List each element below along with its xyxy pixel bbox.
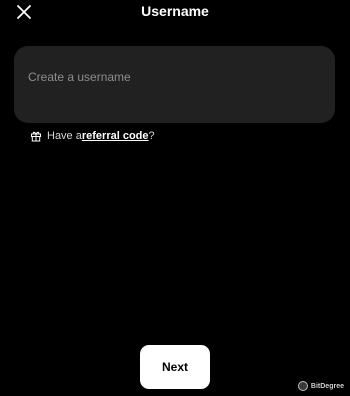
gift-icon — [30, 130, 42, 142]
referral-row: Have a referral code ? — [30, 128, 155, 144]
page-title: Username — [141, 3, 209, 19]
watermark: BitDegree — [297, 381, 344, 391]
username-input[interactable] — [28, 70, 321, 84]
referral-prefix: Have a — [47, 130, 82, 142]
watermark-text: BitDegree — [310, 382, 344, 390]
referral-code-link[interactable]: referral code — [82, 130, 149, 142]
next-button[interactable]: Next — [140, 345, 210, 389]
referral-suffix: ? — [148, 130, 155, 142]
bitdegree-logo-icon — [297, 381, 308, 391]
username-field-container[interactable] — [14, 46, 335, 123]
